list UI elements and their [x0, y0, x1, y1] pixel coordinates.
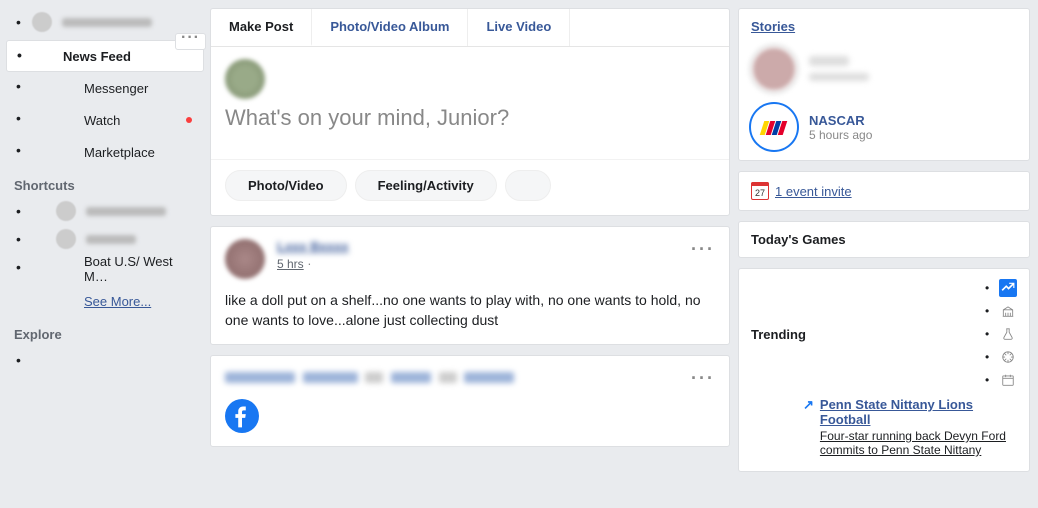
shortcut-icon — [56, 201, 76, 221]
composer-card: Make Post Photo/Video Album Live Video W… — [210, 8, 730, 216]
tab-live-video[interactable]: Live Video — [468, 9, 570, 46]
calendar-icon: 27 — [751, 182, 769, 200]
nav-label: News Feed — [63, 49, 131, 64]
games-heading: Today's Games — [751, 232, 1017, 247]
shortcut-label: Boat U.S/ West M… — [84, 254, 196, 284]
profile-name — [62, 18, 152, 27]
post-timestamp[interactable]: 5 hrs — [277, 257, 304, 271]
nav-label: Watch — [84, 113, 120, 128]
explore-heading: Explore — [6, 317, 204, 346]
chip-photo-video[interactable]: Photo/Video — [225, 170, 347, 201]
chip-more[interactable] — [505, 170, 551, 201]
shortcut-item[interactable] — [6, 197, 204, 225]
post-options-icon[interactable]: ··· — [691, 368, 715, 389]
shortcut-label — [86, 235, 136, 244]
stories-card: Stories NASCAR 5 hours ago — [738, 8, 1030, 161]
shortcut-label — [86, 207, 166, 216]
left-sidebar: News Feed ··· Messenger Watch Marketplac… — [0, 0, 210, 508]
shortcut-icon — [56, 229, 76, 249]
post-card: Lxxx Bxxxx 5 hrs · ··· like a doll put o… — [210, 226, 730, 345]
nav-label: Marketplace — [84, 145, 155, 160]
story-name — [809, 56, 849, 66]
composer-avatar — [225, 59, 265, 99]
story-avatar — [751, 46, 797, 92]
post-author[interactable]: Lxxx Bxxxx — [277, 239, 349, 254]
story-item[interactable] — [751, 46, 1017, 92]
post-options-icon[interactable]: ··· — [691, 239, 715, 253]
trending-entertainment-icon[interactable] — [999, 371, 1017, 389]
trend-title[interactable]: Penn State Nittany Lions Football — [820, 397, 973, 427]
see-more-link[interactable]: See More... — [6, 285, 204, 317]
events-card: 27 1 event invite — [738, 171, 1030, 211]
story-time: 5 hours ago — [809, 128, 872, 142]
trending-item[interactable]: ↗ Penn State Nittany Lions Football Four… — [751, 397, 1017, 457]
post-avatar[interactable] — [225, 239, 265, 279]
options-icon[interactable]: ··· — [175, 33, 206, 50]
trending-sports-icon[interactable] — [999, 348, 1017, 366]
facebook-logo-icon — [225, 399, 259, 433]
nascar-logo-icon — [751, 104, 797, 150]
composer-tabs: Make Post Photo/Video Album Live Video — [211, 9, 729, 47]
story-item[interactable]: NASCAR 5 hours ago — [751, 104, 1017, 150]
trending-heading: Trending — [751, 327, 806, 342]
nav-news-feed[interactable]: News Feed ··· — [6, 40, 204, 72]
feed-column: Make Post Photo/Video Album Live Video W… — [210, 0, 738, 508]
right-sidebar: Stories NASCAR 5 hours ago 27 1 event in… — [738, 0, 1038, 508]
profile-link[interactable] — [6, 8, 204, 36]
trending-science-icon[interactable] — [999, 325, 1017, 343]
story-time — [809, 73, 869, 81]
trending-politics-icon[interactable] — [999, 302, 1017, 320]
post-body: like a doll put on a shelf...no one want… — [211, 285, 729, 344]
nav-marketplace[interactable]: Marketplace — [6, 136, 204, 168]
post-header-blurred — [225, 371, 691, 386]
trend-desc: Four-star running back Devyn Ford commit… — [820, 429, 1017, 457]
shortcuts-heading: Shortcuts — [6, 168, 204, 197]
trending-card: Trending ↗ — [738, 268, 1030, 472]
composer-prompt[interactable]: What's on your mind, Junior? — [225, 105, 715, 131]
story-name: NASCAR — [809, 113, 872, 128]
tab-photo-album[interactable]: Photo/Video Album — [312, 9, 468, 46]
event-invite-link[interactable]: 1 event invite — [775, 184, 852, 199]
stories-heading[interactable]: Stories — [751, 19, 1017, 34]
trending-topics-icon[interactable] — [999, 279, 1017, 297]
games-card: Today's Games — [738, 221, 1030, 258]
shortcut-item[interactable]: Boat U.S/ West M… — [6, 253, 204, 285]
tab-make-post[interactable]: Make Post — [211, 9, 312, 46]
chip-feeling[interactable]: Feeling/Activity — [355, 170, 497, 201]
notification-dot — [186, 117, 192, 123]
nav-watch[interactable]: Watch — [6, 104, 204, 136]
trend-arrow-icon: ↗ — [803, 397, 814, 457]
nav-label: Messenger — [84, 81, 148, 96]
nav-messenger[interactable]: Messenger — [6, 72, 204, 104]
avatar-icon — [32, 12, 52, 32]
explore-item[interactable] — [6, 346, 204, 374]
shortcut-item[interactable] — [6, 225, 204, 253]
post-card: ··· — [210, 355, 730, 447]
